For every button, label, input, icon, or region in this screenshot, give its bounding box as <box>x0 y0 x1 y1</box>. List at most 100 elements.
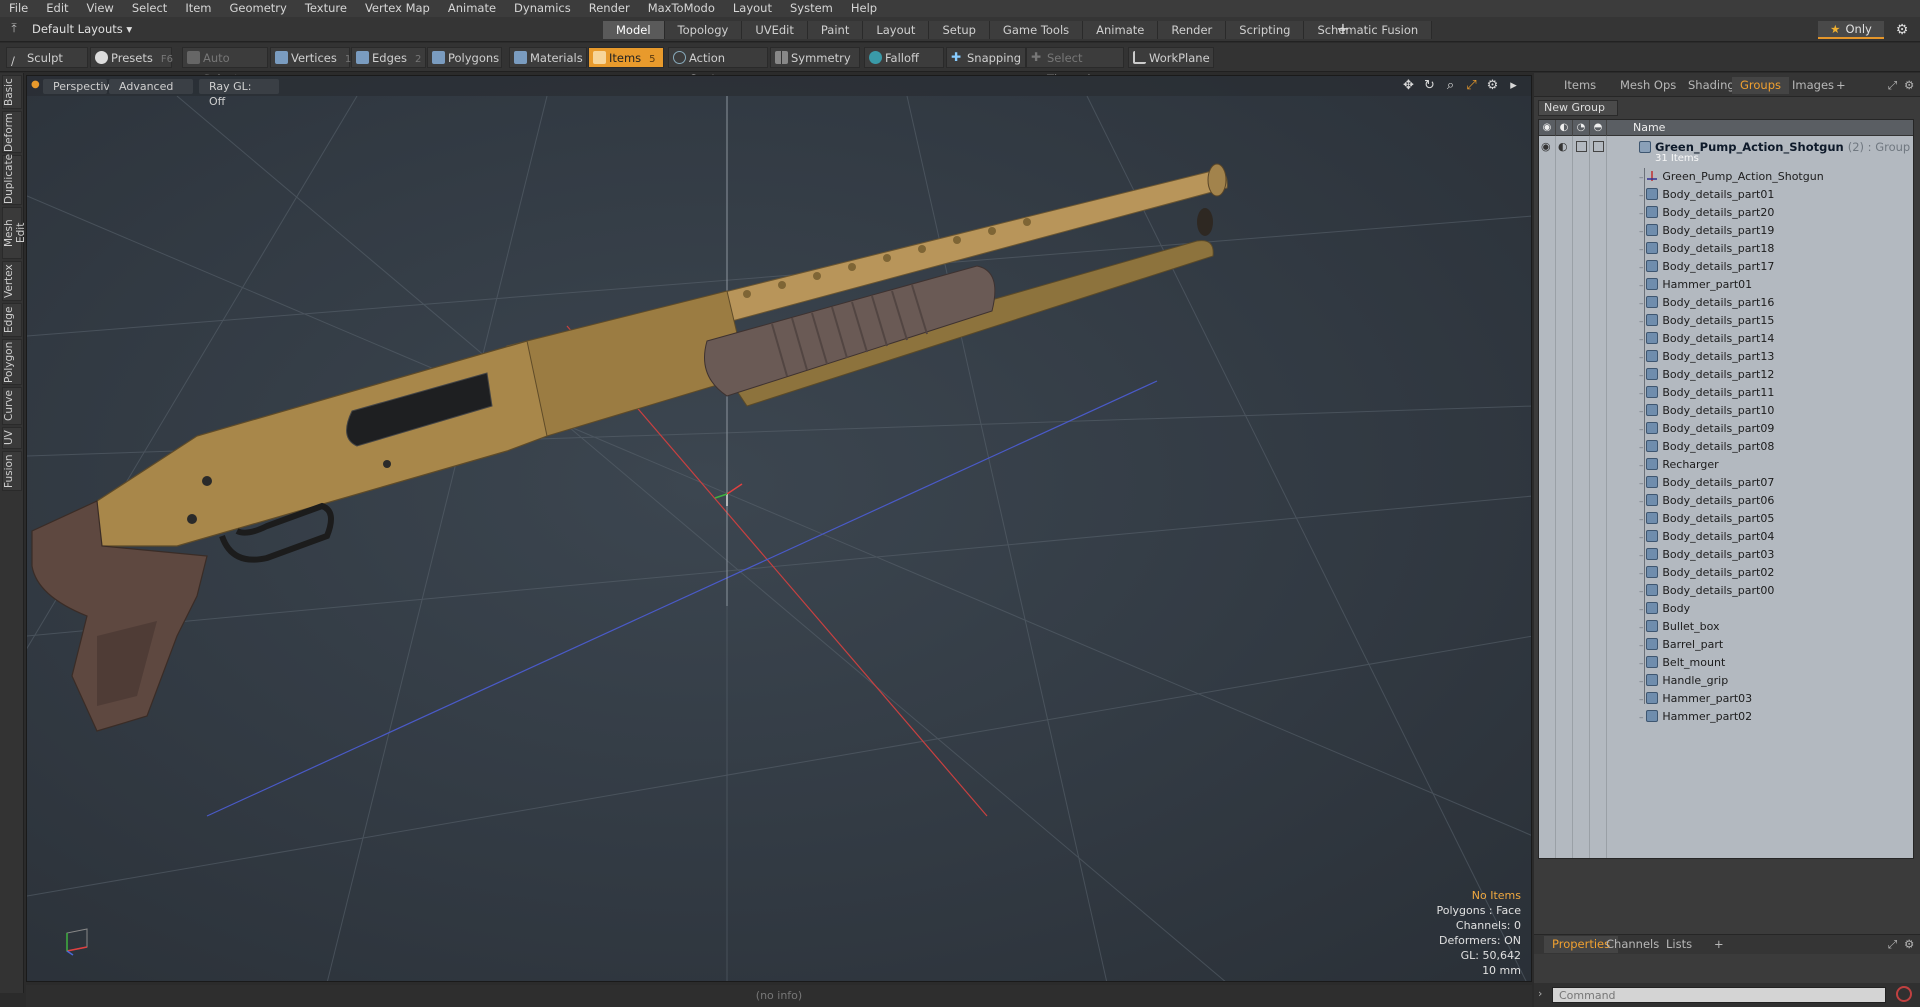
list-item[interactable]: – Body_details_part14 <box>1639 330 1774 348</box>
left-tab-basic[interactable]: Basic <box>2 75 22 109</box>
tab-render[interactable]: Render <box>1158 21 1227 39</box>
left-tab-polygon[interactable]: Polygon <box>2 339 22 385</box>
menu-item-edit[interactable]: Edit <box>37 0 77 17</box>
tab-paint[interactable]: Paint <box>807 21 864 39</box>
rotate-icon[interactable]: ↻ <box>1422 78 1437 93</box>
list-item[interactable]: – Body_details_part02 <box>1639 564 1774 582</box>
list-item[interactable]: – Body_details_part03 <box>1639 546 1774 564</box>
list-item[interactable]: – Body_details_part11 <box>1639 384 1774 402</box>
render-column-icon[interactable]: ◐ <box>1556 120 1573 136</box>
workplane-button[interactable]: WorkPlane <box>1128 47 1214 68</box>
tab-game-tools[interactable]: Game Tools <box>989 21 1084 39</box>
viewport-settings-icon[interactable]: ⚙ <box>1485 78 1500 93</box>
tab-layout[interactable]: Layout <box>863 21 930 39</box>
select-through-button[interactable]: ✚Select Through <box>1026 47 1124 86</box>
list-item[interactable]: – Bullet_box <box>1639 618 1719 636</box>
list-item[interactable]: – Body_details_part09 <box>1639 420 1774 438</box>
polygons-button[interactable]: Polygons <box>427 47 502 68</box>
vertices-button[interactable]: Vertices 1 <box>270 47 351 68</box>
list-item[interactable]: – Hammer_part02 <box>1639 708 1752 726</box>
left-tab-vertex[interactable]: Vertex <box>2 261 22 301</box>
list-item[interactable]: – Body_details_part04 <box>1639 528 1774 546</box>
tab-scripting[interactable]: Scripting <box>1226 21 1305 39</box>
add-tab-icon[interactable]: + <box>1706 936 1732 953</box>
tab-model[interactable]: Model <box>603 21 665 39</box>
layout-dropdown[interactable]: Default Layouts ▾ <box>32 21 132 38</box>
list-item[interactable]: – Body_details_part19 <box>1639 222 1774 240</box>
add-workspace-icon[interactable]: + <box>1335 20 1351 38</box>
select-checkbox[interactable] <box>1593 141 1604 152</box>
list-item[interactable]: – Barrel_part <box>1639 636 1723 654</box>
list-item[interactable]: – Handle_grip <box>1639 672 1728 690</box>
list-item[interactable]: – Body_details_part16 <box>1639 294 1774 312</box>
tab-groups[interactable]: Groups <box>1732 77 1790 94</box>
list-item[interactable]: – Body_details_part17 <box>1639 258 1774 276</box>
list-item[interactable]: – Body_details_part13 <box>1639 348 1774 366</box>
menu-item-dynamics[interactable]: Dynamics <box>505 0 580 17</box>
list-item[interactable]: – Green_Pump_Action_Shotgun <box>1639 168 1824 186</box>
falloff-button[interactable]: Falloff <box>864 47 944 68</box>
list-item[interactable]: – Body_details_part18 <box>1639 240 1774 258</box>
tab-topology[interactable]: Topology <box>664 21 743 39</box>
list-item[interactable]: – Body_details_part12 <box>1639 366 1774 384</box>
visibility-column-icon[interactable]: ◉ <box>1539 120 1556 136</box>
list-item[interactable]: – Body_details_part05 <box>1639 510 1774 528</box>
menu-item-help[interactable]: Help <box>842 0 886 17</box>
menu-item-vertex-map[interactable]: Vertex Map <box>356 0 439 17</box>
presets-button[interactable]: Presets F6 <box>90 47 173 68</box>
tab-channels[interactable]: Channels <box>1598 936 1667 953</box>
menu-item-view[interactable]: View <box>78 0 123 17</box>
maximize-icon[interactable]: ⤢ <box>1464 78 1479 93</box>
menu-item-file[interactable]: File <box>0 0 37 17</box>
zoom-icon[interactable]: ⌕ <box>1443 78 1458 93</box>
list-item[interactable]: – Body_details_part10 <box>1639 402 1774 420</box>
list-item[interactable]: – Body_details_part08 <box>1639 438 1774 456</box>
select-column-icon[interactable]: ◓ <box>1590 120 1607 136</box>
render-toggle-icon[interactable]: ◐ <box>1558 140 1568 153</box>
left-tab-edge[interactable]: Edge <box>2 303 22 337</box>
raygl-button[interactable]: Ray GL: Off <box>199 79 279 108</box>
tab-setup[interactable]: Setup <box>929 21 990 39</box>
3d-viewport[interactable]: ● Perspective Advanced Ray GL: Off ✥ ↻ ⌕… <box>26 75 1532 982</box>
list-item[interactable]: – Body_details_part01 <box>1639 186 1774 204</box>
left-tab-curve[interactable]: Curve <box>2 387 22 425</box>
viewport-expand-icon[interactable]: ▸ <box>1506 78 1521 93</box>
add-tab-icon[interactable]: + <box>1828 77 1854 94</box>
tab-mesh-ops[interactable]: Mesh Ops <box>1612 77 1684 94</box>
list-item[interactable]: – Body <box>1639 600 1690 618</box>
action-center-button[interactable]: Action Center <box>668 47 768 86</box>
tab-animate[interactable]: Animate <box>1083 21 1159 39</box>
menu-item-maxtomodo[interactable]: MaxToModo <box>639 0 724 17</box>
menu-item-texture[interactable]: Texture <box>296 0 356 17</box>
lock-column-icon[interactable]: ◔ <box>1573 120 1590 136</box>
view-mode-button[interactable]: Perspective <box>43 79 117 94</box>
left-tab-uv[interactable]: UV <box>2 427 22 449</box>
tab-uvedit[interactable]: UVEdit <box>742 21 808 39</box>
pan-icon[interactable]: ✥ <box>1401 78 1416 93</box>
list-item[interactable]: – Body_details_part20 <box>1639 204 1774 222</box>
left-tab-deform[interactable]: Deform <box>2 111 22 153</box>
sculpt-button[interactable]: / Sculpt <box>6 47 88 68</box>
panel-gear-icon[interactable]: ⚙ <box>1896 77 1920 94</box>
materials-button[interactable]: Materials <box>509 47 587 68</box>
list-item[interactable]: – Hammer_part03 <box>1639 690 1752 708</box>
stop-icon[interactable] <box>1896 986 1912 1002</box>
layout-pin-icon[interactable]: ⤒ <box>6 21 22 37</box>
tab-schematic-fusion[interactable]: Schematic Fusion <box>1304 21 1433 39</box>
symmetry-button[interactable]: Symmetry <box>770 47 860 68</box>
name-column-header[interactable]: Name <box>1633 120 1665 136</box>
viewport-menu-icon[interactable]: ● <box>31 79 40 90</box>
list-item[interactable]: – Body_details_part00 <box>1639 582 1774 600</box>
panel-gear-icon[interactable]: ⚙ <box>1896 936 1920 953</box>
menu-item-render[interactable]: Render <box>580 0 639 17</box>
eye-icon[interactable]: ◉ <box>1541 140 1551 153</box>
list-item[interactable]: – Belt_mount <box>1639 654 1725 672</box>
left-tab-duplicate[interactable]: Duplicate <box>2 154 22 205</box>
list-item[interactable]: – Hammer_part01 <box>1639 276 1752 294</box>
list-item[interactable]: – Body_details_part07 <box>1639 474 1774 492</box>
menu-item-select[interactable]: Select <box>123 0 176 17</box>
lock-checkbox[interactable] <box>1576 141 1587 152</box>
new-group-button[interactable]: New Group <box>1538 100 1618 116</box>
items-button[interactable]: Items 5 <box>588 47 664 68</box>
edges-button[interactable]: Edges 2 <box>351 47 426 68</box>
